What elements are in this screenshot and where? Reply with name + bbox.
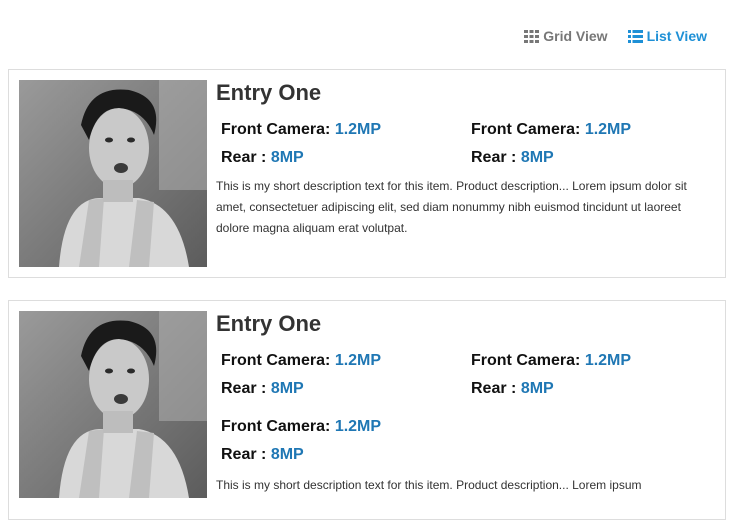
product-card: Entry One Front Camera: 1.2MP Front Came… xyxy=(8,300,726,520)
spec-item: Front Camera: 1.2MP xyxy=(221,350,471,372)
product-info: Entry One Front Camera: 1.2MP Front Came… xyxy=(216,80,716,239)
spec-item: Front Camera: 1.2MP xyxy=(471,119,721,141)
spec-label: Rear : xyxy=(471,149,517,166)
product-card: Entry One Front Camera: 1.2MP Front Came… xyxy=(8,69,726,278)
spec-item: Rear : 8MP xyxy=(221,378,471,400)
spec-label: Front Camera: xyxy=(471,121,581,138)
grid-view-button[interactable]: Grid View xyxy=(524,28,608,44)
spec-value: 8MP xyxy=(520,149,554,166)
entry-title: Entry One xyxy=(216,80,322,105)
spec-item: Front Camera: 1.2MP xyxy=(471,350,721,372)
spec-label: Rear : xyxy=(221,149,267,166)
view-toggle: Grid View List View xyxy=(524,28,707,44)
spec-value: 1.2MP xyxy=(334,352,382,369)
list-view-button[interactable]: List View xyxy=(627,28,707,44)
product-description: This is my short description text for th… xyxy=(216,179,687,235)
product-photo xyxy=(19,311,207,498)
spec-label: Rear : xyxy=(221,380,267,397)
spec-grid: Front Camera: 1.2MP Front Camera: 1.2MP … xyxy=(221,119,716,169)
spec-value: 1.2MP xyxy=(584,352,632,369)
spec-label: Rear : xyxy=(471,380,517,397)
spec-grid: Front Camera: 1.2MP Front Camera: 1.2MP … xyxy=(221,350,716,400)
spec-item: Rear : 8MP xyxy=(471,147,721,169)
spec-value: 8MP xyxy=(270,446,304,463)
spec-item: Front Camera: 1.2MP xyxy=(221,119,471,141)
entry-title: Entry One xyxy=(216,311,322,336)
spec-label: Rear : xyxy=(221,446,267,463)
spec-value: 8MP xyxy=(270,380,304,397)
spec-item: Rear : 8MP xyxy=(471,378,721,400)
spec-item: Rear : 8MP xyxy=(221,147,471,169)
product-photo xyxy=(19,80,207,267)
spec-value: 1.2MP xyxy=(334,121,382,138)
spec-label: Front Camera: xyxy=(221,418,331,435)
list-icon xyxy=(627,29,643,43)
spec-value: 8MP xyxy=(520,380,554,397)
spec-label: Front Camera: xyxy=(221,352,331,369)
grid-view-label: Grid View xyxy=(543,28,608,44)
product-description: This is my short description text for th… xyxy=(216,478,642,492)
spec-grid-extra: Front Camera: 1.2MP Rear : 8MP xyxy=(221,416,716,466)
spec-item: Front Camera: 1.2MP xyxy=(221,416,471,438)
product-info: Entry One Front Camera: 1.2MP Front Came… xyxy=(216,311,716,496)
spec-label: Front Camera: xyxy=(471,352,581,369)
grid-icon xyxy=(524,29,540,43)
spec-label: Front Camera: xyxy=(221,121,331,138)
spec-value: 1.2MP xyxy=(584,121,632,138)
spec-value: 1.2MP xyxy=(334,418,382,435)
list-view-label: List View xyxy=(646,28,707,44)
spec-item: Rear : 8MP xyxy=(221,444,471,466)
spec-value: 8MP xyxy=(270,149,304,166)
